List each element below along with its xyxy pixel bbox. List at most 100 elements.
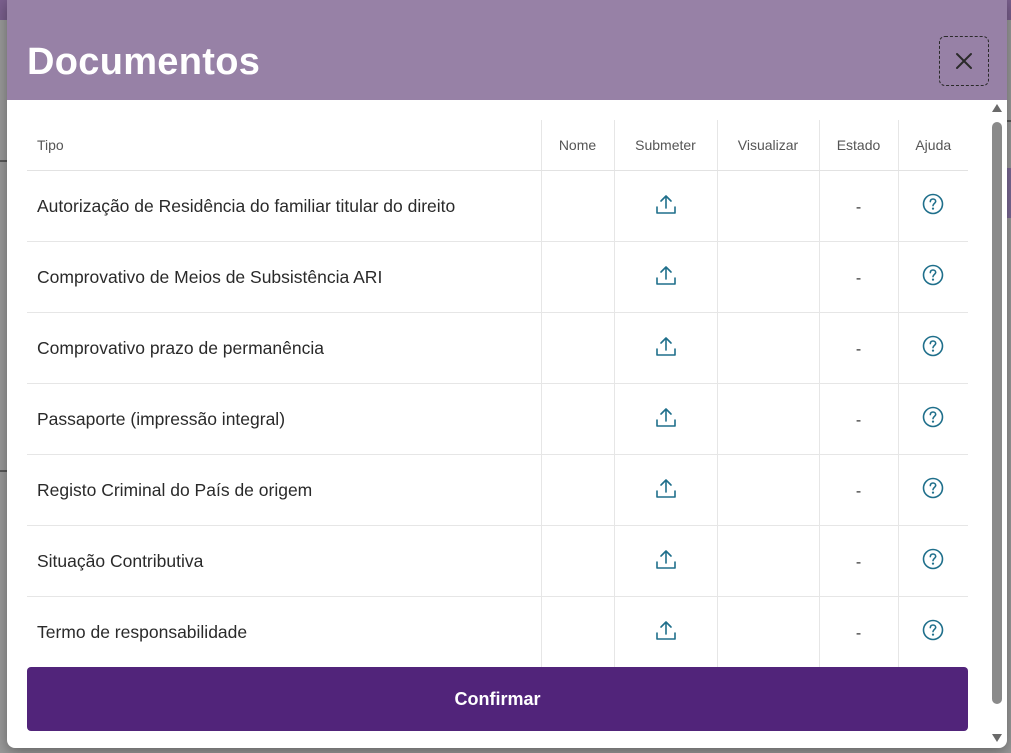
table-row: Passaporte (impressão integral) - — [27, 383, 968, 455]
cell-tipo: Comprovativo de Meios de Subsistência AR… — [37, 266, 383, 287]
help-circle-icon — [922, 619, 944, 640]
help-button[interactable] — [922, 548, 944, 575]
status-value: - — [855, 198, 862, 216]
view-cell — [716, 383, 819, 455]
modal-title: Documentos — [27, 41, 261, 83]
help-circle-icon — [922, 406, 944, 427]
status-value: - — [855, 411, 862, 429]
help-circle-icon — [922, 335, 944, 356]
help-circle-icon — [922, 264, 944, 285]
table-row: Situação Contributiva - — [27, 525, 968, 597]
document-type: Registo Criminal do País de origem — [27, 454, 541, 526]
status-cell: - — [818, 383, 898, 455]
help-circle-icon — [922, 548, 944, 569]
help-cell — [897, 525, 968, 597]
upload-icon — [655, 478, 676, 498]
help-button[interactable] — [922, 193, 944, 220]
help-cell — [897, 312, 968, 384]
status-cell: - — [818, 454, 898, 526]
cell-tipo: Registo Criminal do País de origem — [37, 479, 313, 500]
cell-tipo: Comprovativo prazo de permanência — [37, 337, 324, 358]
help-button[interactable] — [922, 264, 944, 291]
upload-button[interactable] — [655, 477, 677, 504]
upload-button[interactable] — [655, 619, 677, 646]
submit-cell — [613, 312, 717, 384]
column-header-estado[interactable]: Estado — [818, 120, 898, 171]
upload-icon — [655, 336, 676, 356]
cell-tipo: Passaporte (impressão integral) — [37, 408, 286, 429]
upload-icon — [655, 265, 676, 285]
confirm-button[interactable]: Confirmar — [27, 667, 968, 731]
close-button[interactable] — [939, 36, 989, 86]
submit-cell — [613, 383, 717, 455]
table-row: Comprovativo de Meios de Subsistência AR… — [27, 241, 968, 313]
upload-icon — [655, 194, 676, 214]
vertical-scrollbar[interactable] — [991, 104, 1003, 744]
status-value: - — [855, 624, 862, 642]
upload-button[interactable] — [655, 193, 677, 220]
documents-table: Tipo Nome Submeter Visualizar Estado Aju… — [27, 120, 968, 667]
help-cell — [897, 170, 968, 242]
table-header-row: Tipo Nome Submeter Visualizar Estado Aju… — [27, 120, 968, 171]
help-button[interactable] — [922, 477, 944, 504]
modal-content: Tipo Nome Submeter Visualizar Estado Aju… — [7, 100, 1007, 748]
documents-modal: Documentos Tipo Nome Submeter Visualizar… — [7, 0, 1007, 748]
document-type: Situação Contributiva — [27, 525, 541, 597]
upload-icon — [655, 407, 676, 427]
document-type: Termo de responsabilidade — [27, 597, 541, 668]
help-button[interactable] — [922, 335, 944, 362]
scroll-down-arrow[interactable] — [992, 734, 1002, 742]
status-value: - — [855, 340, 862, 358]
help-button[interactable] — [922, 619, 944, 646]
view-cell — [716, 312, 819, 384]
help-cell — [897, 241, 968, 313]
table-row: Autorização de Residência do familiar ti… — [27, 170, 968, 242]
view-cell — [716, 170, 819, 242]
column-header-nome[interactable]: Nome — [540, 120, 614, 171]
status-value: - — [855, 269, 862, 287]
document-type: Comprovativo de Meios de Subsistência AR… — [27, 241, 541, 313]
column-header-visualizar[interactable]: Visualizar — [716, 120, 819, 171]
document-name — [540, 525, 614, 597]
status-cell: - — [818, 170, 898, 242]
document-name — [540, 312, 614, 384]
submit-cell — [613, 525, 717, 597]
table-row: Registo Criminal do País de origem - — [27, 454, 968, 526]
column-header-tipo[interactable]: Tipo — [27, 120, 541, 171]
help-cell — [897, 454, 968, 526]
view-cell — [716, 525, 819, 597]
upload-icon — [655, 620, 676, 640]
status-cell: - — [818, 241, 898, 313]
view-cell — [716, 454, 819, 526]
cell-tipo: Situação Contributiva — [37, 550, 204, 571]
status-value: - — [855, 553, 862, 571]
help-circle-icon — [922, 477, 944, 498]
document-name — [540, 241, 614, 313]
view-cell — [716, 241, 819, 313]
upload-button[interactable] — [655, 406, 677, 433]
status-cell: - — [818, 596, 898, 667]
document-type: Autorização de Residência do familiar ti… — [27, 170, 541, 242]
submit-cell — [613, 241, 717, 313]
submit-cell — [613, 596, 717, 667]
help-cell — [897, 596, 968, 667]
column-header-submeter[interactable]: Submeter — [613, 120, 717, 171]
view-cell — [716, 596, 819, 667]
submit-cell — [613, 454, 717, 526]
upload-button[interactable] — [655, 548, 677, 575]
status-cell: - — [818, 312, 898, 384]
column-header-ajuda[interactable]: Ajuda — [897, 120, 968, 171]
upload-button[interactable] — [655, 264, 677, 291]
upload-button[interactable] — [655, 335, 677, 362]
status-cell: - — [818, 525, 898, 597]
scroll-up-arrow[interactable] — [992, 104, 1002, 112]
help-button[interactable] — [922, 406, 944, 433]
table-row: Comprovativo prazo de permanência - — [27, 312, 968, 384]
modal-header: Documentos — [7, 0, 1007, 100]
status-value: - — [855, 482, 862, 500]
help-cell — [897, 383, 968, 455]
document-name — [540, 596, 614, 667]
submit-cell — [613, 170, 717, 242]
document-name — [540, 170, 614, 242]
scroll-thumb[interactable] — [992, 122, 1002, 704]
